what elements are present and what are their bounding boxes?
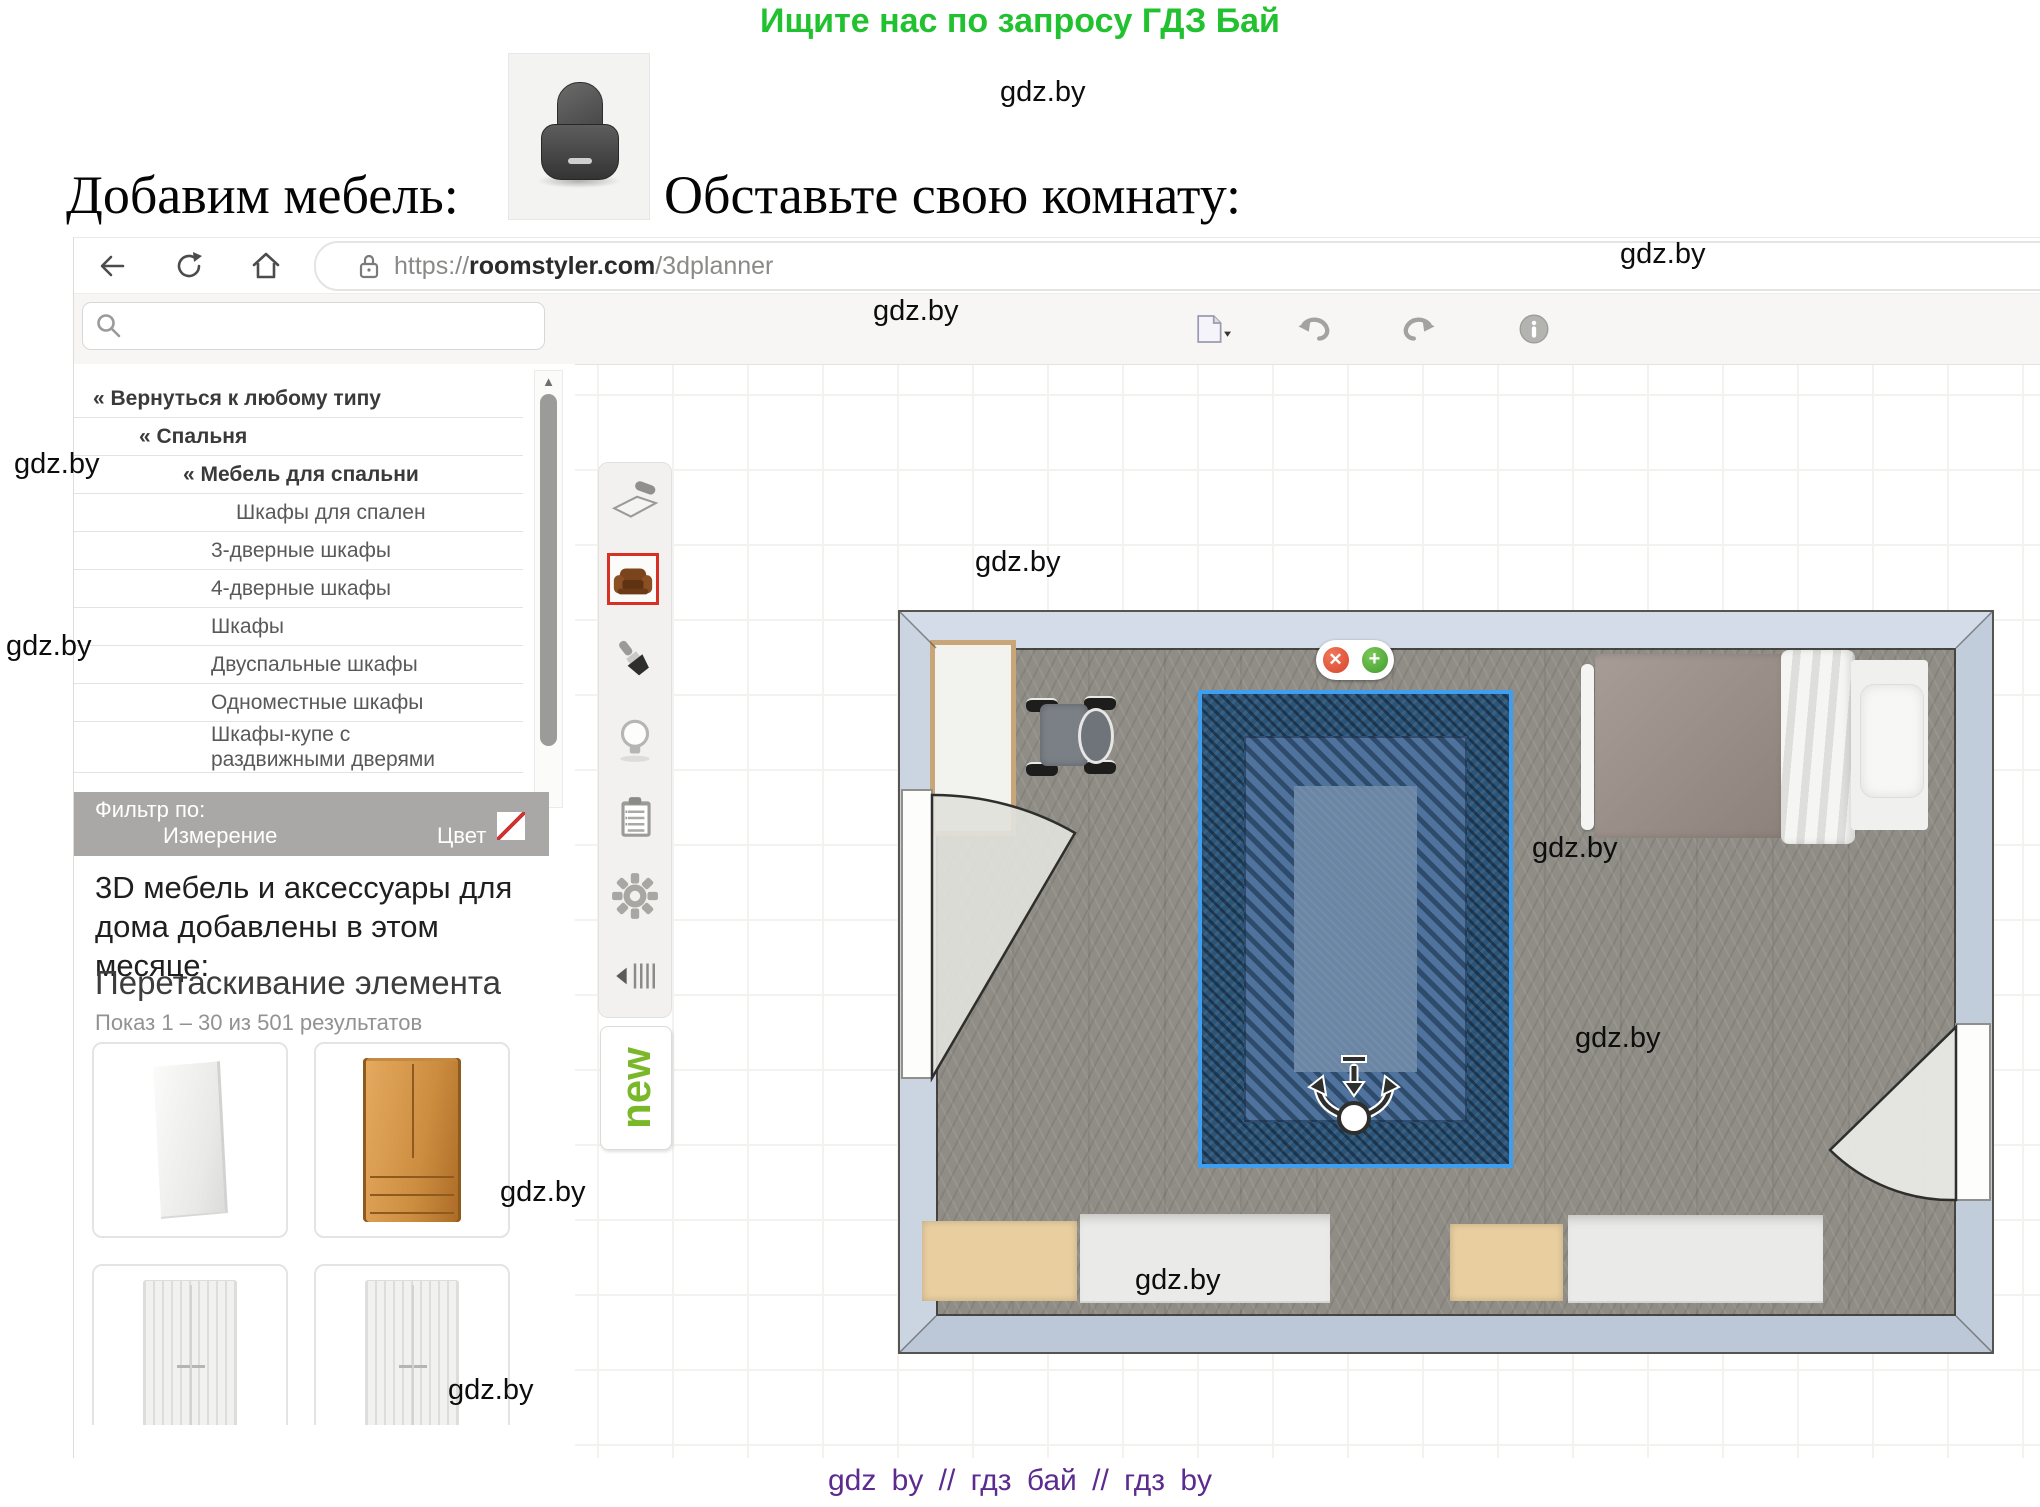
- sidebar-category[interactable]: Шкафы для спален: [73, 494, 523, 532]
- watermark: gdz.by: [14, 448, 99, 481]
- wall-finish-tool-icon[interactable]: [610, 477, 660, 527]
- worksheet-page: Ищите нас по запросу ГДЗ Бай Добавим меб…: [0, 0, 2040, 1507]
- planner-toolbar: [73, 293, 2040, 365]
- wardrobe-thumbnail: [143, 1280, 237, 1425]
- wardrobe-thumbnail: [153, 1061, 228, 1219]
- right-door-leaf: [1956, 1024, 1990, 1200]
- filter-label: Фильтр по:: [95, 797, 205, 823]
- category-list: « Вернуться к любому типу« Спальня« Мебе…: [73, 380, 523, 773]
- bed-footboard: [1581, 664, 1594, 830]
- watermark: gdz.by: [500, 1176, 585, 1209]
- desk-chair[interactable]: [1026, 694, 1126, 778]
- armchair-illustration: [508, 53, 650, 220]
- new-plan-icon[interactable]: [1193, 310, 1231, 348]
- search-field[interactable]: [82, 302, 545, 350]
- furniture-armchair-icon: [610, 556, 656, 602]
- left-door-swing: [932, 795, 1075, 1078]
- room-floorplan[interactable]: [900, 612, 1992, 1352]
- armchair-icon: [541, 82, 617, 186]
- sidebar-category[interactable]: 4-дверные шкафы: [73, 570, 523, 608]
- product-grid: [92, 1042, 512, 1425]
- lock-icon: [356, 251, 382, 281]
- delete-object-button[interactable]: [1321, 645, 1351, 675]
- tan-dresser-right[interactable]: [1450, 1224, 1563, 1301]
- bed-pillow: [1860, 684, 1924, 798]
- sidebar-category[interactable]: Шкафы-купе с раздвижными дверями: [73, 722, 523, 773]
- tool-strip: [598, 462, 672, 1018]
- catalog-sidebar: « Вернуться к любому типу« Спальня« Мебе…: [73, 364, 575, 1425]
- promo-banner: Ищите нас по запросу ГДЗ Бай: [0, 2, 2040, 41]
- object-action-pill: [1316, 640, 1394, 680]
- url-text: https://roomstyler.com/3dplanner: [394, 252, 773, 281]
- watermark: gdz.by: [1135, 1264, 1220, 1297]
- sidebar-category[interactable]: 3-дверные шкафы: [73, 532, 523, 570]
- filter-color[interactable]: Цвет: [437, 823, 486, 849]
- white-cabinet-right[interactable]: [1568, 1215, 1823, 1303]
- right-door-swing: [1830, 1027, 1956, 1200]
- lighting-tool-icon[interactable]: [610, 715, 660, 765]
- duplicate-object-button[interactable]: [1360, 645, 1390, 675]
- left-door-leaf: [902, 790, 932, 1078]
- watermark: gdz.by: [1620, 238, 1705, 271]
- filter-bar: Фильтр по: Измерение Цвет: [73, 792, 549, 856]
- wardrobe-thumbnail: [365, 1280, 459, 1425]
- sidebar-category[interactable]: Одноместные шкафы: [73, 684, 523, 722]
- rug-center-panel: [1294, 786, 1417, 1072]
- product-card[interactable]: [92, 1042, 288, 1238]
- no-color-icon[interactable]: [497, 812, 525, 840]
- watermark: gdz.by: [1532, 832, 1617, 865]
- watermark: gdz.by: [6, 630, 91, 663]
- watermark: gdz.by: [1575, 1022, 1660, 1055]
- search-input[interactable]: [131, 312, 544, 340]
- tan-dresser-left[interactable]: [922, 1221, 1077, 1301]
- watermark: gdz.by: [448, 1374, 533, 1407]
- settings-tool-icon[interactable]: [610, 871, 660, 921]
- new-items-tab[interactable]: new: [600, 1026, 672, 1150]
- product-card[interactable]: [314, 1042, 510, 1238]
- browser-navigation-bar: https://roomstyler.com/3dplanner: [73, 239, 2040, 291]
- title-add-furniture: Добавим мебель:: [66, 164, 459, 226]
- search-icon: [95, 312, 123, 340]
- bed-blanket: [1595, 654, 1787, 838]
- furniture-tool-selected[interactable]: [607, 553, 659, 605]
- info-icon[interactable]: [1515, 310, 1553, 348]
- title-furnish-room: Обставьте свою комнату:: [664, 164, 1241, 226]
- sidebar-category[interactable]: Двуспальные шкафы: [73, 646, 523, 684]
- sidebar-category[interactable]: « Вернуться к любому типу: [73, 380, 523, 418]
- rotate-handle[interactable]: [1296, 1054, 1412, 1146]
- bed-sheet: [1781, 650, 1855, 844]
- sidebar-category[interactable]: « Мебель для спальни: [73, 456, 523, 494]
- watermark: gdz.by: [873, 295, 958, 328]
- collapse-panel-icon[interactable]: [610, 951, 660, 1001]
- filter-dimension[interactable]: Измерение: [163, 823, 277, 849]
- address-bar[interactable]: https://roomstyler.com/3dplanner: [314, 241, 2040, 291]
- single-bed[interactable]: [1581, 652, 1928, 844]
- wardrobe-thumbnail: [363, 1058, 461, 1222]
- product-card[interactable]: [92, 1264, 288, 1425]
- paint-tool-icon[interactable]: [610, 635, 660, 685]
- results-count: Показ 1 – 30 из 501 результатов: [95, 1010, 422, 1036]
- sidebar-scrollbar[interactable]: [534, 370, 563, 808]
- sidebar-category[interactable]: « Спальня: [73, 418, 523, 456]
- new-label: new: [612, 1047, 660, 1129]
- watermark: gdz.by: [975, 546, 1060, 579]
- scrollbar-thumb[interactable]: [540, 394, 557, 746]
- undo-icon[interactable]: [1295, 310, 1333, 348]
- scroll-up-icon[interactable]: [535, 374, 562, 389]
- redo-icon[interactable]: [1400, 310, 1438, 348]
- footer-watermark-line: gdz by // гдз бай // гдз by: [0, 1464, 2040, 1498]
- sidebar-category[interactable]: Шкафы: [73, 608, 523, 646]
- watermark: gdz.by: [1000, 76, 1085, 109]
- refresh-icon[interactable]: [172, 249, 206, 283]
- list-tool-icon[interactable]: [610, 793, 660, 843]
- back-icon[interactable]: [95, 249, 129, 283]
- home-icon[interactable]: [249, 249, 283, 283]
- drag-heading: Перетаскивание элемента: [95, 964, 501, 1002]
- corner-mat[interactable]: [930, 640, 1016, 836]
